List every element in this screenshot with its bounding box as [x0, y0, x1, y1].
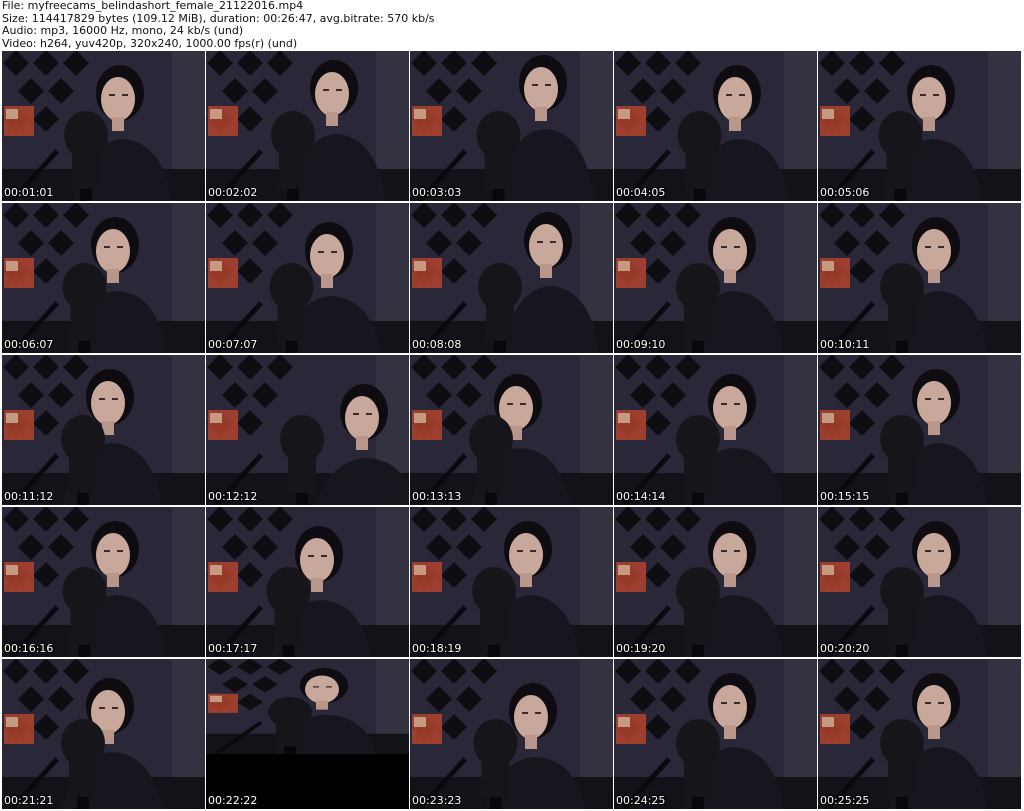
thumbnail-scene	[2, 659, 205, 809]
thumbnail-scene	[206, 659, 409, 754]
thumbnail-timestamp: 00:12:12	[208, 490, 258, 503]
thumbnail-scene	[614, 203, 817, 353]
video-thumbnail: 00:08:08	[410, 203, 613, 353]
thumbnail-timestamp: 00:18:19	[412, 642, 462, 655]
video-thumbnail: 00:25:25	[818, 659, 1021, 809]
thumbnail-scene	[818, 659, 1021, 809]
thumbnail-timestamp: 00:10:11	[820, 338, 870, 351]
thumbnail-scene	[2, 507, 205, 657]
info-header: File: myfreecams_belindashort_female_211…	[2, 0, 1022, 50]
thumbnail-scene	[2, 355, 205, 505]
thumbnail-timestamp: 00:01:01	[4, 186, 54, 199]
thumbnail-scene	[614, 507, 817, 657]
thumbnail-scene	[410, 659, 613, 809]
thumbnail-scene	[206, 203, 409, 353]
video-thumbnail: 00:19:20	[614, 507, 817, 657]
video-thumbnail: 00:21:21	[2, 659, 205, 809]
thumbnail-timestamp: 00:25:25	[820, 794, 870, 807]
thumbnail-timestamp: 00:22:22	[208, 794, 258, 807]
thumbnail-timestamp: 00:20:20	[820, 642, 870, 655]
thumbnail-scene	[818, 507, 1021, 657]
video-thumbnail: 00:02:02	[206, 51, 409, 201]
thumbnail-timestamp: 00:15:15	[820, 490, 870, 503]
thumbnail-scene	[614, 51, 817, 201]
thumbnail-scene	[614, 659, 817, 809]
file-name-line: File: myfreecams_belindashort_female_211…	[2, 0, 304, 12]
thumbnail-scene	[206, 355, 409, 505]
thumbnail-scene	[410, 51, 613, 201]
thumbnail-scene	[206, 51, 409, 201]
thumbnail-scene	[410, 507, 613, 657]
thumbnail-timestamp: 00:21:21	[4, 794, 54, 807]
thumbnail-timestamp: 00:08:08	[412, 338, 462, 351]
thumbnail-timestamp: 00:14:14	[616, 490, 666, 503]
thumbnail-timestamp: 00:13:13	[412, 490, 462, 503]
thumbnail-scene	[818, 51, 1021, 201]
thumbnail-timestamp: 00:07:07	[208, 338, 258, 351]
thumbnail-timestamp: 00:04:05	[616, 186, 666, 199]
video-thumbnail: 00:04:05	[614, 51, 817, 201]
video-thumbnail: 00:07:07	[206, 203, 409, 353]
audio-info-line: Audio: mp3, 16000 Hz, mono, 24 kb/s (und…	[2, 24, 244, 37]
thumbnail-scene	[410, 355, 613, 505]
thumbnail-timestamp: 00:16:16	[4, 642, 54, 655]
thumbnail-scene	[2, 51, 205, 201]
video-thumbnail: 00:11:12	[2, 355, 205, 505]
thumbnail-timestamp: 00:06:07	[4, 338, 54, 351]
thumbnail-scene	[614, 355, 817, 505]
video-thumbnail: 00:15:15	[818, 355, 1021, 505]
video-info-line: Video: h264, yuv420p, 320x240, 1000.00 f…	[2, 36, 298, 50]
video-thumbnail: 00:01:01	[2, 51, 205, 201]
thumbnail-timestamp: 00:11:12	[4, 490, 54, 503]
thumbnail-timestamp: 00:09:10	[616, 338, 666, 351]
video-thumbnail: 00:20:20	[818, 507, 1021, 657]
thumbnail-timestamp: 00:23:23	[412, 794, 462, 807]
video-thumbnail: 00:22:22	[206, 659, 409, 809]
video-thumbnail: 00:17:17	[206, 507, 409, 657]
thumbnail-scene	[818, 203, 1021, 353]
video-thumbnail: 00:23:23	[410, 659, 613, 809]
video-thumbnail: 00:16:16	[2, 507, 205, 657]
thumbnail-scene	[818, 355, 1021, 505]
thumbnail-timestamp: 00:02:02	[208, 186, 258, 199]
thumbnail-timestamp: 00:24:25	[616, 794, 666, 807]
video-thumbnail: 00:13:13	[410, 355, 613, 505]
video-thumbnail: 00:18:19	[410, 507, 613, 657]
thumbnail-scene	[2, 203, 205, 353]
video-thumbnail: 00:05:06	[818, 51, 1021, 201]
video-thumbnail: 00:10:11	[818, 203, 1021, 353]
thumbnail-scene	[410, 203, 613, 353]
thumbnail-timestamp: 00:05:06	[820, 186, 870, 199]
video-thumbnail: 00:03:03	[410, 51, 613, 201]
video-thumbnail: 00:12:12	[206, 355, 409, 505]
video-thumbnail: 00:14:14	[614, 355, 817, 505]
thumbnail-timestamp: 00:19:20	[616, 642, 666, 655]
video-thumbnail: 00:24:25	[614, 659, 817, 809]
video-thumbnail: 00:09:10	[614, 203, 817, 353]
thumbnail-timestamp: 00:17:17	[208, 642, 258, 655]
thumbnail-scene	[206, 507, 409, 657]
thumbnail-grid: 00:01:01 00:02:02 00:03:03 00:04:05 00:05:06…	[0, 51, 1024, 811]
thumbnail-timestamp: 00:03:03	[412, 186, 462, 199]
video-thumbnail: 00:06:07	[2, 203, 205, 353]
